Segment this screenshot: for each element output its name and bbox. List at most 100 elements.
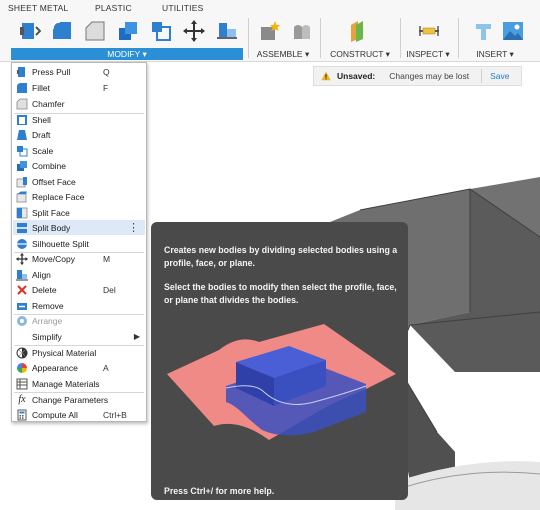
menu-item-label: Manage Materials: [32, 378, 100, 389]
menu-item-silhouette-split[interactable]: Silhouette Split: [13, 236, 145, 251]
menu-item-label: Arrange: [32, 315, 63, 326]
combine-tool-button[interactable]: [115, 18, 141, 44]
construct-menu-button[interactable]: CONSTRUCT ▾: [326, 48, 394, 60]
menu-item-press-pull[interactable]: Press Pull Q: [13, 64, 145, 79]
split-body-illustration: [167, 324, 396, 440]
ribbon-separator: [458, 18, 459, 58]
split-face-icon: [16, 207, 28, 219]
toolbar-ribbon: SHEET METAL PLASTIC UTILITIES MODIFY ▾ A…: [0, 0, 540, 62]
inspect-menu-button[interactable]: INSPECT ▾: [404, 48, 452, 60]
chamfer-tool-button[interactable]: [82, 18, 108, 44]
insert-derive-icon: [476, 24, 491, 40]
combine-icon: [16, 160, 28, 172]
menu-item-remove[interactable]: Remove: [13, 298, 145, 313]
press-pull-tool-button[interactable]: [16, 18, 42, 44]
menu-item-scale[interactable]: Scale: [13, 143, 145, 158]
menu-item-split-body[interactable]: Split Body ⋮: [13, 220, 145, 235]
menu-item-chamfer[interactable]: Chamfer: [13, 96, 145, 111]
menu-item-label: Press Pull: [32, 66, 71, 77]
menu-item-compute-all[interactable]: Compute All Ctrl+B: [13, 407, 145, 422]
fx-icon: fx: [16, 394, 28, 406]
remove-icon: [16, 300, 28, 312]
insert-menu-button[interactable]: INSERT ▾: [464, 48, 526, 60]
offset-face-icon: [16, 176, 28, 188]
insert-canvas-tool-button[interactable]: [500, 18, 526, 44]
menu-item-delete[interactable]: Delete Del: [13, 282, 145, 297]
menu-item-replace-face[interactable]: Replace Face: [13, 189, 145, 204]
unsaved-banner: Unsaved: Changes may be lost Save: [313, 66, 522, 86]
new-component-icon: [261, 21, 280, 40]
ribbon-separator: [320, 18, 321, 58]
menu-item-change-parameters[interactable]: fx Change Parameters: [13, 392, 145, 407]
menu-item-manage-materials[interactable]: Manage Materials: [13, 376, 145, 391]
menu-item-label: Fillet: [32, 82, 50, 93]
offset-plane-icon: [351, 21, 363, 42]
menu-item-fillet[interactable]: Fillet F: [13, 80, 145, 95]
shell-icon: [16, 114, 28, 126]
modify-dropdown-menu: Press Pull Q Fillet F Chamfer Shell Draf…: [11, 62, 147, 422]
measure-icon: [419, 26, 439, 36]
appearance-icon: [16, 362, 28, 374]
menu-item-offset-face[interactable]: Offset Face: [13, 174, 145, 189]
tab-utilities[interactable]: UTILITIES: [162, 3, 203, 13]
menu-item-arrange: Arrange: [13, 313, 145, 328]
menu-item-label: Scale: [32, 145, 54, 156]
replace-face-icon: [16, 191, 28, 203]
align-icon: [217, 23, 237, 39]
scale-icon: [152, 22, 171, 41]
fillet-icon: [16, 82, 28, 94]
menu-item-label: Physical Material: [32, 347, 97, 358]
unsaved-label: Unsaved:: [337, 71, 376, 81]
menu-item-label: Move/Copy: [32, 253, 75, 264]
joint-tool-button[interactable]: [289, 18, 315, 44]
align-tool-button[interactable]: [214, 18, 240, 44]
modify-menu-button[interactable]: MODIFY ▾: [11, 48, 243, 60]
split-body-icon: [16, 222, 28, 234]
tooltip-description: Creates new bodies by dividing selected …: [164, 245, 398, 268]
save-link[interactable]: Save: [490, 71, 509, 81]
assemble-menu-button[interactable]: ASSEMBLE ▾: [252, 48, 314, 60]
banner-divider: [481, 69, 483, 83]
more-options-icon[interactable]: ⋮: [128, 221, 139, 234]
move-copy-tool-button[interactable]: [181, 18, 207, 44]
menu-item-appearance[interactable]: Appearance A: [13, 360, 145, 375]
unsaved-message: Changes may be lost: [389, 71, 470, 81]
move-icon: [16, 252, 28, 265]
physical-material-icon: [16, 347, 28, 359]
menu-item-label: Split Body: [32, 222, 71, 233]
fillet-tool-button[interactable]: [49, 18, 75, 44]
press-pull-icon: [20, 23, 41, 39]
tab-sheet-metal[interactable]: SHEET METAL: [8, 3, 68, 13]
arrange-icon: [16, 315, 28, 327]
menu-item-physical-material[interactable]: Physical Material: [13, 345, 145, 360]
tab-plastic[interactable]: PLASTIC: [95, 3, 132, 13]
menu-item-simplify[interactable]: Simplify ▶: [13, 329, 145, 344]
fillet-icon: [52, 21, 71, 39]
press-pull-icon: [16, 66, 28, 78]
offset-plane-tool-button[interactable]: [344, 18, 370, 44]
move-icon: [183, 20, 205, 42]
insert-derive-tool-button[interactable]: [470, 18, 496, 44]
canvas-image-icon: [503, 22, 523, 40]
menu-item-label: Appearance: [32, 362, 78, 373]
scale-tool-button[interactable]: [148, 18, 174, 44]
menu-item-draft[interactable]: Draft: [13, 127, 145, 142]
model-side-face: [410, 312, 540, 372]
menu-item-label: Shell: [32, 114, 51, 125]
combine-icon: [119, 22, 137, 40]
menu-item-shell[interactable]: Shell: [13, 112, 145, 127]
measure-tool-button[interactable]: [416, 18, 442, 44]
menu-item-align[interactable]: Align: [13, 267, 145, 282]
manage-materials-icon: [16, 378, 28, 390]
new-component-tool-button[interactable]: [256, 18, 282, 44]
ribbon-separator: [400, 18, 401, 58]
submenu-arrow-icon: ▶: [133, 332, 140, 341]
delete-icon: [16, 284, 28, 296]
menu-item-shortcut: Ctrl+B: [103, 409, 127, 420]
menu-item-split-face[interactable]: Split Face: [13, 205, 145, 220]
menu-item-combine[interactable]: Combine: [13, 158, 145, 173]
tooltip-instructions: Select the bodies to modify then select …: [164, 282, 397, 305]
menu-item-label: Draft: [32, 129, 51, 140]
menu-item-move-copy[interactable]: Move/Copy M: [13, 251, 145, 266]
joint-icon: [294, 25, 310, 39]
